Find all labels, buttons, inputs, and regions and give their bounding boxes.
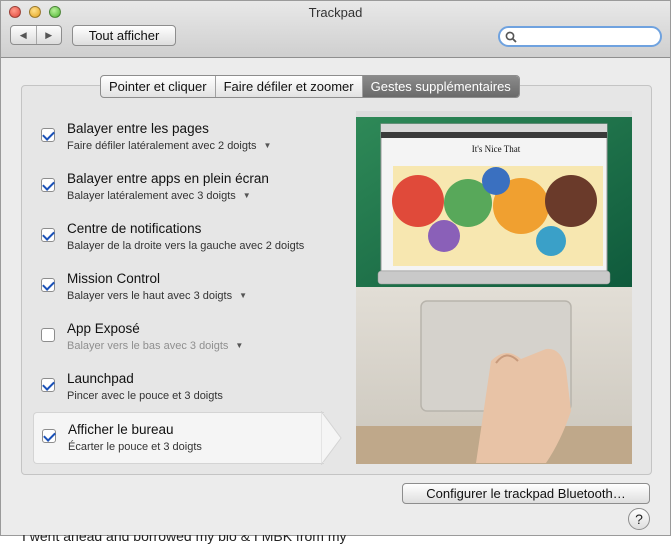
dropdown-arrow-icon[interactable]: ▼	[235, 341, 243, 350]
gesture-option-menu[interactable]: Balayer vers le bas avec 3 doigts ▼	[67, 340, 243, 352]
notification-center-checkbox[interactable]	[41, 228, 55, 242]
help-button[interactable]: ?	[628, 508, 650, 530]
swipe-pages-checkbox[interactable]	[41, 128, 55, 142]
gesture-title: Balayer entre apps en plein écran	[67, 171, 269, 186]
mission-control-checkbox[interactable]	[41, 278, 55, 292]
gesture-title: Launchpad	[67, 371, 134, 386]
swipe-fullscreen-apps-checkbox[interactable]	[41, 178, 55, 192]
search-input[interactable]	[498, 26, 662, 47]
show-desktop-checkbox[interactable]	[42, 429, 56, 443]
dropdown-arrow-icon[interactable]: ▼	[264, 141, 272, 150]
gesture-title: Afficher le bureau	[68, 422, 174, 437]
gesture-description: Balayer de la droite vers la gauche avec…	[67, 240, 305, 252]
tab-more-gestures[interactable]: Gestes supplémentaires	[362, 76, 519, 97]
gesture-launchpad: Launchpad Pincer avec le pouce et 3 doig…	[33, 362, 323, 412]
gesture-option-menu[interactable]: Faire défiler latéralement avec 2 doigts…	[67, 140, 271, 152]
preview-site-title: It's Nice That	[472, 144, 521, 154]
configure-bluetooth-trackpad-button[interactable]: Configurer le trackpad Bluetooth…	[402, 483, 650, 504]
gesture-swipe-fullscreen-apps: Balayer entre apps en plein écran Balaye…	[33, 162, 323, 212]
gesture-show-desktop[interactable]: Afficher le bureau Écarter le pouce et 3…	[33, 412, 324, 464]
selection-arrow-icon	[321, 411, 342, 465]
gesture-title: App Exposé	[67, 321, 140, 336]
gesture-swipe-pages: Balayer entre les pages Faire défiler la…	[33, 112, 323, 162]
tab-scroll-and-zoom[interactable]: Faire défiler et zoomer	[216, 76, 363, 97]
gesture-title: Centre de notifications	[67, 221, 202, 236]
gesture-description: Écarter le pouce et 3 doigts	[68, 441, 202, 453]
gesture-option-menu[interactable]: Balayer latéralement avec 3 doigts ▼	[67, 190, 251, 202]
gesture-mission-control: Mission Control Balayer vers le haut ave…	[33, 262, 323, 312]
gesture-description: Pincer avec le pouce et 3 doigts	[67, 390, 223, 402]
gesture-preview-video: It's Nice That	[356, 111, 632, 464]
preferences-window: Trackpad ◀ ▶ Tout afficher Pointer et cl…	[0, 0, 671, 536]
title-bar: Trackpad ◀ ▶ Tout afficher	[1, 1, 670, 58]
gesture-option-menu[interactable]: Balayer vers le haut avec 3 doigts ▼	[67, 290, 247, 302]
preview-illustration: It's Nice That	[356, 111, 632, 464]
tab-point-and-click[interactable]: Pointer et cliquer	[101, 76, 216, 97]
dropdown-arrow-icon[interactable]: ▼	[239, 291, 247, 300]
gesture-title: Mission Control	[67, 271, 161, 286]
forward-arrow-icon[interactable]: ▶	[37, 26, 62, 44]
back-arrow-icon[interactable]: ◀	[11, 26, 37, 44]
gesture-title: Balayer entre les pages	[67, 121, 209, 136]
show-all-button[interactable]: Tout afficher	[72, 25, 176, 46]
tab-bar: Pointer et cliquer Faire défiler et zoom…	[100, 75, 520, 98]
app-expose-checkbox[interactable]	[41, 328, 55, 342]
search-icon	[505, 31, 517, 43]
launchpad-checkbox[interactable]	[41, 378, 55, 392]
dropdown-arrow-icon[interactable]: ▼	[243, 191, 251, 200]
gesture-app-expose: App Exposé Balayer vers le bas avec 3 do…	[33, 312, 323, 362]
gesture-notification-center: Centre de notifications Balayer de la dr…	[33, 212, 323, 262]
back-forward-control: ◀ ▶	[10, 25, 62, 45]
window-title: Trackpad	[308, 5, 363, 20]
background-document-text: I went ahead and borrowed my bio & I MBK…	[22, 535, 347, 544]
